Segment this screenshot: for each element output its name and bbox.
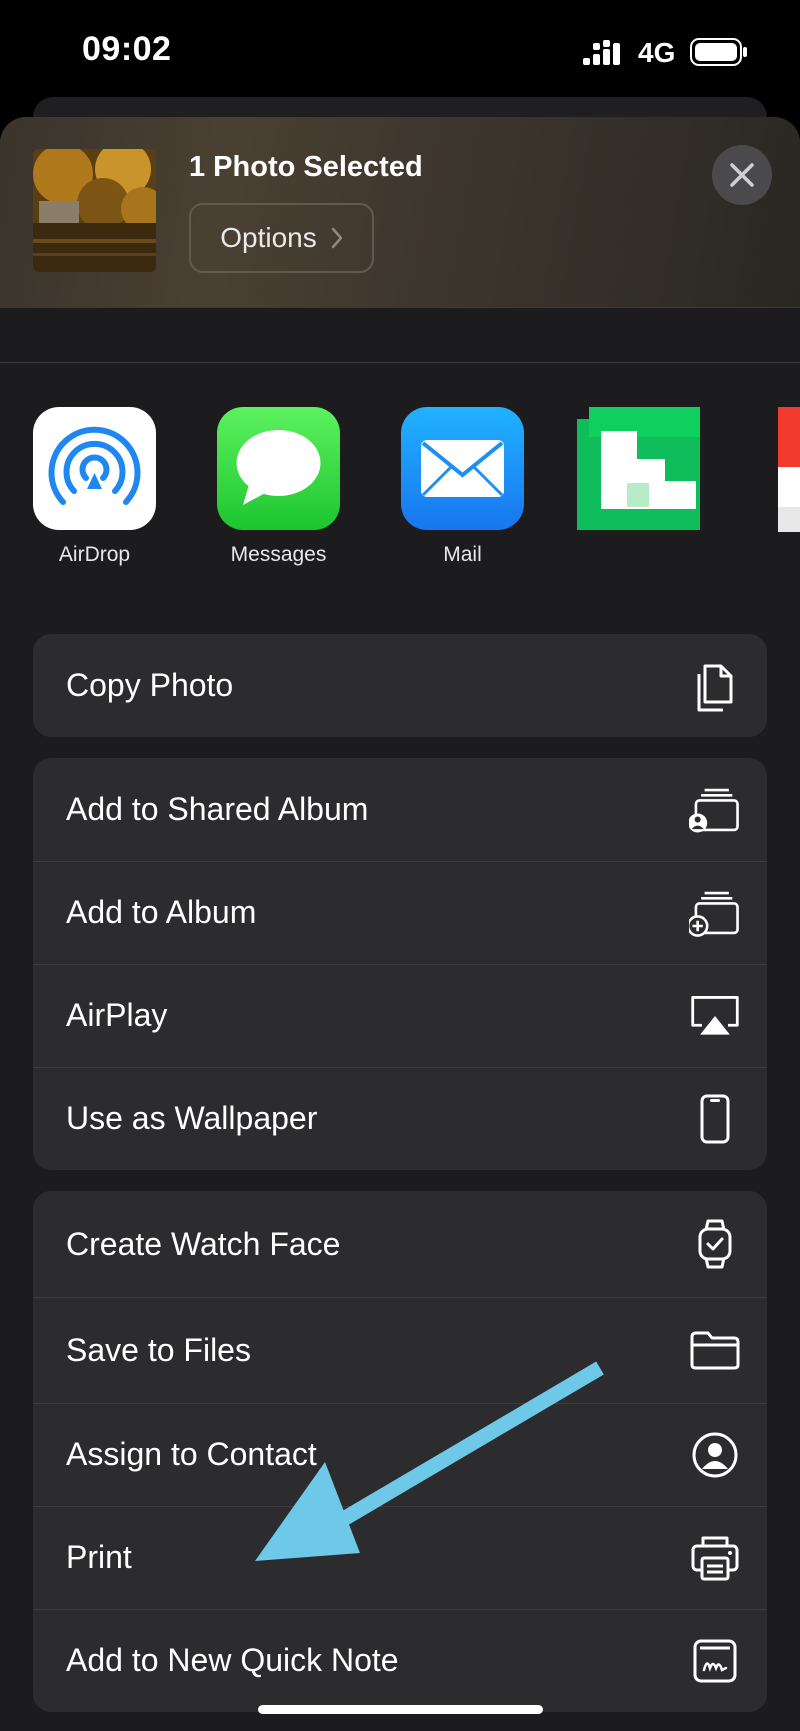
home-indicator — [258, 1705, 543, 1714]
annotation-arrow — [255, 1361, 604, 1561]
